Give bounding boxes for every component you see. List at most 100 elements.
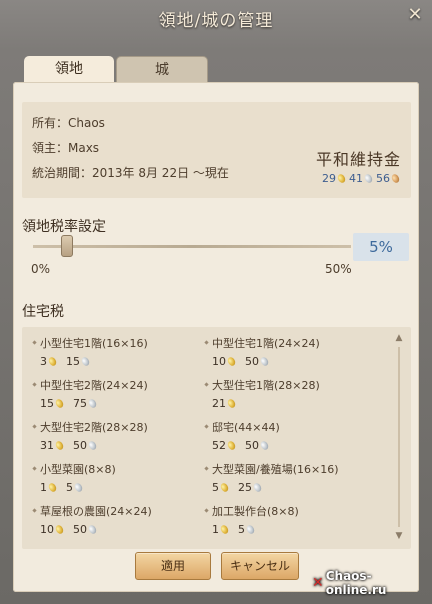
tax-silver: 75 [73, 397, 87, 410]
silver-coin-icon [80, 355, 91, 368]
silver-coin-icon [259, 355, 270, 368]
housing-type-name: 加工製作台(8×8) [212, 505, 299, 518]
housing-tax-cost: 15 [212, 523, 258, 536]
housing-tax-cost: 3 15 [40, 355, 93, 368]
window-title: 領地/城の管理 [158, 11, 274, 31]
housing-tax-item: 大型住宅2階(28×28) 31 50 [30, 415, 205, 457]
silver-coin-icon [87, 523, 98, 536]
gold-coin-icon [226, 397, 237, 410]
housing-tax-item: 中型住宅2階(24×24) 15 75 [30, 373, 205, 415]
owner-text: 所有：Chaos [32, 116, 105, 130]
lord-text: 領主：Maxs [32, 141, 100, 155]
scroll-down-icon[interactable]: ▼ [393, 531, 405, 541]
housing-tax-item: 大型菜園/養殖場(16×16) 5 25 [202, 457, 377, 499]
tax-silver: 15 [66, 355, 80, 368]
housing-tax-item: 中型住宅1階(24×24) 10 50 [202, 331, 377, 373]
housing-tax-item: 草屋根の農園(24×24) 10 50 [30, 499, 205, 541]
tax-silver: 50 [245, 355, 259, 368]
bullet-icon [204, 508, 209, 513]
gold-coin-icon [226, 439, 237, 452]
fund-gold: 29 [322, 172, 336, 185]
housing-type-name: 小型菜園(8×8) [40, 463, 116, 476]
tax-gold: 3 [40, 355, 47, 368]
gold-coin-icon [54, 397, 65, 410]
watermark-x-icon: ✕ [312, 575, 324, 591]
silver-coin-icon [259, 439, 270, 452]
tax-gold: 5 [212, 481, 219, 494]
housing-type-name: 草屋根の農園(24×24) [40, 505, 152, 518]
housing-tax-cost: 15 75 [40, 397, 100, 410]
tax-gold: 1 [212, 523, 219, 536]
gold-coin-icon [219, 523, 230, 536]
tax-rate-min-label: 0% [31, 262, 51, 276]
gold-coin-icon [219, 481, 230, 494]
silver-coin-icon [363, 172, 374, 185]
bullet-icon [204, 382, 209, 387]
tab-territory[interactable]: 領地 [24, 56, 114, 84]
tax-rate-slider-track[interactable] [33, 245, 351, 248]
tax-silver: 25 [238, 481, 252, 494]
housing-tax-cost: 31 50 [40, 439, 100, 452]
gold-coin-icon [47, 481, 58, 494]
tax-gold: 10 [212, 355, 226, 368]
watermark-text: Chaos-online.ru [325, 569, 387, 597]
housing-tax-item: 邸宅(44×44) 52 50 [202, 415, 377, 457]
housing-tax-list: 小型住宅1階(16×16) 3 15 中型住宅1階(24×24) 10 50 中型住宅2階(… [22, 327, 411, 549]
peace-fund-amount: 29 41 56 [322, 172, 403, 185]
scroll-up-icon[interactable]: ▲ [393, 333, 405, 343]
housing-type-name: 邸宅(44×44) [212, 421, 280, 434]
copper-coin-icon [390, 172, 401, 185]
silver-coin-icon [252, 481, 263, 494]
watermark: ✕ Chaos-online.ru [312, 569, 432, 597]
territory-panel: 所有：Chaos 領主：Maxs 統治期間：2013年 8月 22日 ～現在 平… [13, 82, 419, 592]
fund-copper: 56 [376, 172, 390, 185]
housing-tax-cost: 52 50 [212, 439, 272, 452]
territory-management-window: 領地/城の管理 ✕ 領地 城 所有：Chaos 領主：Maxs 統治期間：201… [0, 0, 432, 604]
scroll-track[interactable] [398, 347, 400, 527]
bullet-icon [32, 340, 37, 345]
housing-type-name: 大型菜園/養殖場(16×16) [212, 463, 339, 476]
gold-coin-icon [226, 355, 237, 368]
bullet-icon [32, 508, 37, 513]
silver-coin-icon [73, 481, 84, 494]
tax-rate-slider-thumb[interactable] [60, 235, 73, 257]
gold-coin-icon [47, 355, 58, 368]
silver-coin-icon [87, 397, 98, 410]
housing-tax-cost: 21 [212, 397, 239, 410]
bullet-icon [204, 424, 209, 429]
gold-coin-icon [54, 439, 65, 452]
close-icon[interactable]: ✕ [404, 4, 426, 26]
tab-castle[interactable]: 城 [116, 56, 208, 82]
territory-info-box: 所有：Chaos 領主：Maxs 統治期間：2013年 8月 22日 ～現在 平… [22, 102, 411, 198]
tax-silver: 50 [73, 439, 87, 452]
cancel-button[interactable]: キャンセル [221, 552, 299, 580]
tax-silver: 5 [66, 481, 73, 494]
housing-tax-title: 住宅税 [22, 304, 64, 320]
housing-type-name: 大型住宅2階(28×28) [40, 421, 148, 434]
housing-type-name: 大型住宅1階(28×28) [212, 379, 320, 392]
tax-gold: 31 [40, 439, 54, 452]
tax-gold: 10 [40, 523, 54, 536]
housing-type-name: 中型住宅2階(24×24) [40, 379, 148, 392]
housing-tax-item: 小型住宅1階(16×16) 3 15 [30, 331, 205, 373]
tax-silver: 50 [73, 523, 87, 536]
bullet-icon [32, 424, 37, 429]
housing-tax-cost: 10 50 [212, 355, 272, 368]
apply-button[interactable]: 適用 [135, 552, 211, 580]
bullet-icon [204, 466, 209, 471]
housing-type-name: 小型住宅1階(16×16) [40, 337, 148, 350]
tax-gold: 21 [212, 397, 226, 410]
silver-coin-icon [245, 523, 256, 536]
scrollbar[interactable]: ▲ ▼ [395, 333, 403, 543]
gold-coin-icon [336, 172, 347, 185]
bullet-icon [32, 466, 37, 471]
tax-gold: 15 [40, 397, 54, 410]
housing-tax-cost: 10 50 [40, 523, 100, 536]
gold-coin-icon [54, 523, 65, 536]
housing-tax-cost: 15 [40, 481, 86, 494]
fund-silver: 41 [349, 172, 363, 185]
tax-rate-title: 領地税率設定 [22, 219, 106, 235]
tax-rate-max-label: 50% [325, 262, 352, 276]
silver-coin-icon [87, 439, 98, 452]
tax-rate-value: 5% [353, 233, 409, 261]
